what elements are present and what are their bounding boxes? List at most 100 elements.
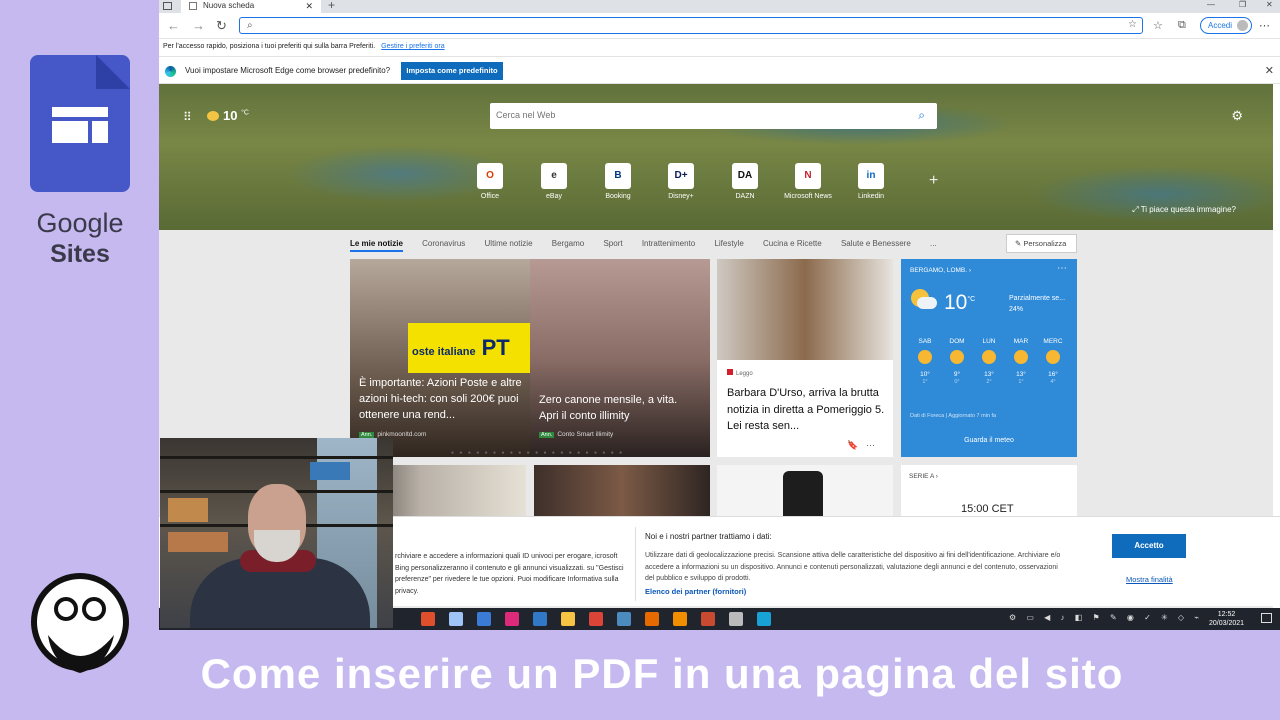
tab-coronavirus[interactable]: Coronavirus [422, 239, 465, 248]
news-card[interactable]: Leggo Barbara D'Urso, arriva la brutta n… [717, 259, 893, 457]
quick-link-microsoft-news[interactable]: N Microsoft News [778, 163, 838, 200]
card-actions[interactable]: 🔖 ⋯ [847, 440, 875, 451]
tab-actions-icon[interactable] [163, 2, 172, 10]
quick-link-dazn[interactable]: DA DAZN [715, 163, 775, 200]
personalize-label: Personalizza [1023, 239, 1067, 248]
forward-icon[interactable]: → [192, 18, 205, 33]
edge-icon[interactable] [757, 612, 771, 626]
refresh-icon[interactable]: ↻ [216, 18, 227, 34]
tab-latest-news[interactable]: Ultime notizie [485, 239, 533, 248]
quick-link-label: Microsoft News [784, 193, 832, 200]
collections-icon[interactable]: ⧉ [1178, 19, 1186, 32]
search-icon: ⌕ [247, 20, 253, 31]
carousel-dots[interactable]: ● ● ● ● ● ● ● ● ● ● ● ● ● ● ● ● ● ● ● ● … [451, 450, 624, 456]
app-icon[interactable] [701, 612, 715, 626]
browser-toolbar: ← → ↻ ⌕ ☆ ☆ ⧉ Accedi ⋯ [159, 13, 1280, 39]
ebay-icon: e [541, 163, 567, 189]
partners-link[interactable]: Elenco dei partner (fornitori) [645, 587, 746, 596]
weather-temp: 10 [223, 108, 238, 123]
article-headline[interactable]: Zero canone mensile, a vita. Apri il con… [539, 392, 699, 424]
new-tab-button[interactable]: + [328, 0, 335, 12]
app-icon[interactable] [617, 612, 631, 626]
address-bar[interactable]: ⌕ ☆ [239, 17, 1143, 34]
edge-icon [165, 66, 176, 77]
app-icon[interactable] [589, 612, 603, 626]
sun-icon [1014, 350, 1028, 364]
app-icon[interactable] [533, 612, 547, 626]
sun-icon [982, 350, 996, 364]
tab-sport[interactable]: Sport [603, 239, 622, 248]
more-menu-icon[interactable]: ⋯ [1259, 19, 1270, 32]
news-card-carousel[interactable]: oste italiane PT È importante: Azioni Pos… [350, 259, 710, 457]
close-icon[interactable]: ✕ [1265, 64, 1274, 77]
see-weather-link[interactable]: Guarda il meteo [901, 437, 1077, 444]
quick-link-linkedin[interactable]: in Linkedin [841, 163, 901, 200]
tab-new-tab[interactable]: Nuova scheda ✕ [181, 0, 321, 13]
quick-link-ebay[interactable]: e eBay [524, 163, 584, 200]
notification-icon[interactable] [1261, 613, 1272, 623]
banner-brand: oste italiane [412, 346, 476, 358]
source-name: pinkmoonltd.com [377, 431, 427, 438]
league-name: SERIE A › [909, 473, 938, 480]
maximize-icon[interactable]: ❐ [1239, 0, 1246, 9]
tab-entertainment[interactable]: Intrattenimento [642, 239, 695, 248]
close-tab-icon[interactable]: ✕ [305, 0, 313, 12]
like-image-label: Ti piace questa immagine? [1140, 205, 1236, 214]
quick-link-label: eBay [546, 193, 562, 200]
app-launcher-icon[interactable]: ⠿ [183, 110, 192, 124]
quick-link-label: Linkedin [857, 193, 885, 200]
add-favorite-icon[interactable]: ☆ [1128, 19, 1137, 30]
minimize-icon[interactable]: — [1207, 0, 1215, 9]
task-view-icon[interactable] [449, 612, 463, 626]
partly-cloudy-icon [207, 111, 219, 121]
banner-letters: PT [481, 335, 510, 360]
app-icon[interactable] [673, 612, 687, 626]
add-quick-link-icon[interactable]: + [929, 172, 938, 190]
manage-favorites-link[interactable]: Gestire i preferiti ora [381, 43, 444, 50]
set-default-button[interactable]: Imposta come predefinito [401, 62, 503, 80]
sign-in-button[interactable]: Accedi [1200, 17, 1252, 34]
system-tray-icons[interactable]: ⚙ ▭ ◀ ♪ ◧ ⚑ ✎ ◉ ✓ ✳ ◇ ⌁ [1009, 613, 1203, 622]
weather-card[interactable]: BERGAMO, LOMB. › ⋯ 10°C Parzialmente se.… [901, 259, 1077, 457]
quick-link-booking[interactable]: B Booking [588, 163, 648, 200]
personalize-button[interactable]: ✎ Personalizza [1006, 234, 1077, 253]
app-icon[interactable] [505, 612, 519, 626]
close-window-icon[interactable]: ✕ [1266, 0, 1273, 9]
article-image [530, 259, 710, 457]
forecast-day: MAR 13° 1° [1013, 338, 1029, 385]
leggo-icon [727, 369, 733, 375]
taskbar-clock[interactable]: 12:52 20/03/2021 [1209, 610, 1244, 628]
gear-icon[interactable]: ⚙ [1231, 108, 1243, 124]
web-search-input[interactable] [490, 103, 890, 127]
app-icon[interactable] [561, 612, 575, 626]
tab-cooking[interactable]: Cucina e Ricette [763, 239, 822, 248]
article-source: Leggo [727, 369, 753, 377]
quick-link-office[interactable]: O Office [460, 163, 520, 200]
app-icon[interactable] [477, 612, 491, 626]
tab-health[interactable]: Salute e Benessere [841, 239, 911, 248]
tab-lifestyle[interactable]: Lifestyle [714, 239, 743, 248]
favorites-bar-text: Per l'accesso rapido, posiziona i tuoi p… [163, 43, 376, 50]
favorites-icon[interactable]: ☆ [1153, 19, 1163, 32]
tab-bergamo[interactable]: Bergamo [552, 239, 584, 248]
article-headline[interactable]: Barbara D'Urso, arriva la brutta notizia… [727, 385, 887, 435]
article-headline[interactable]: È importante: Azioni Poste e altre azion… [359, 375, 524, 423]
show-purposes-link[interactable]: Mostra finalità [1126, 575, 1173, 584]
search-icon[interactable]: ⌕ [918, 108, 925, 123]
more-options-icon[interactable]: ⋯ [1057, 263, 1067, 274]
search-icon[interactable] [421, 612, 435, 626]
app-icon[interactable] [645, 612, 659, 626]
tab-title: Nuova scheda [203, 1, 255, 10]
accept-button[interactable]: Accetto [1112, 534, 1186, 558]
quick-link-label: Booking [605, 193, 631, 200]
like-image-link[interactable]: ⤢ Ti piace questa immagine? [1132, 205, 1236, 215]
quick-link-disney[interactable]: D+ Disney+ [651, 163, 711, 200]
back-icon[interactable]: ← [167, 18, 180, 33]
weather-widget[interactable]: 10 °C [207, 108, 249, 123]
app-icon[interactable] [729, 612, 743, 626]
weather-updated: Dati di Foreca | Aggiornato 7 min fa [910, 413, 997, 419]
tab-more[interactable]: ... [930, 239, 937, 248]
tab-my-news[interactable]: Le mie notizie [350, 239, 403, 252]
linkedin-icon: in [858, 163, 884, 189]
video-title: Come inserire un PDF in una pagina del s… [200, 650, 1124, 697]
